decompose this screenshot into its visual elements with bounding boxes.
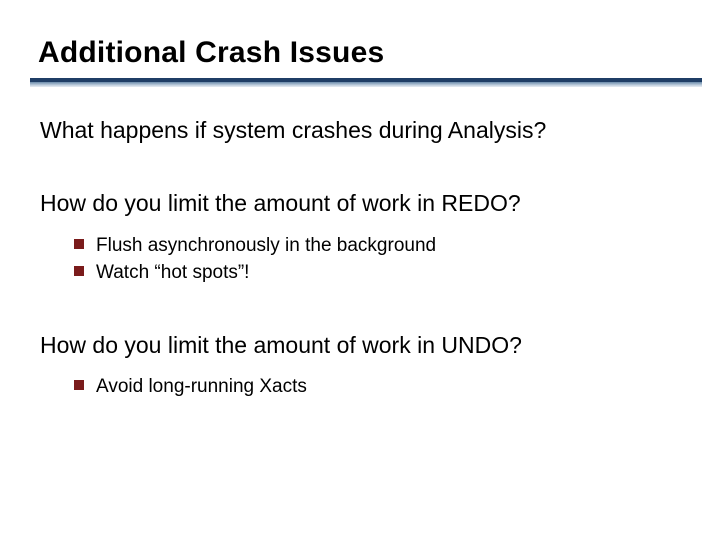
slide-title: Additional Crash Issues bbox=[38, 36, 682, 70]
list-item: Watch “hot spots”! bbox=[74, 259, 682, 287]
bullet-text: Flush asynchronously in the background bbox=[96, 235, 436, 256]
list-item: Avoid long-running Xacts bbox=[74, 373, 682, 401]
question-analysis: What happens if system crashes during An… bbox=[40, 116, 682, 145]
square-bullet-icon bbox=[74, 239, 84, 249]
bullet-text: Watch “hot spots”! bbox=[96, 262, 249, 283]
redo-bullets: Flush asynchronously in the background W… bbox=[40, 232, 682, 287]
list-item: Flush asynchronously in the background bbox=[74, 232, 682, 260]
slide-body: What happens if system crashes during An… bbox=[38, 116, 682, 401]
undo-bullets: Avoid long-running Xacts bbox=[40, 373, 682, 401]
title-underline bbox=[38, 78, 682, 88]
rule-light bbox=[30, 82, 702, 87]
square-bullet-icon bbox=[74, 380, 84, 390]
slide: Additional Crash Issues What happens if … bbox=[0, 0, 720, 540]
bullet-text: Avoid long-running Xacts bbox=[96, 376, 307, 397]
square-bullet-icon bbox=[74, 266, 84, 276]
question-redo: How do you limit the amount of work in R… bbox=[40, 189, 682, 218]
question-undo: How do you limit the amount of work in U… bbox=[40, 331, 682, 360]
